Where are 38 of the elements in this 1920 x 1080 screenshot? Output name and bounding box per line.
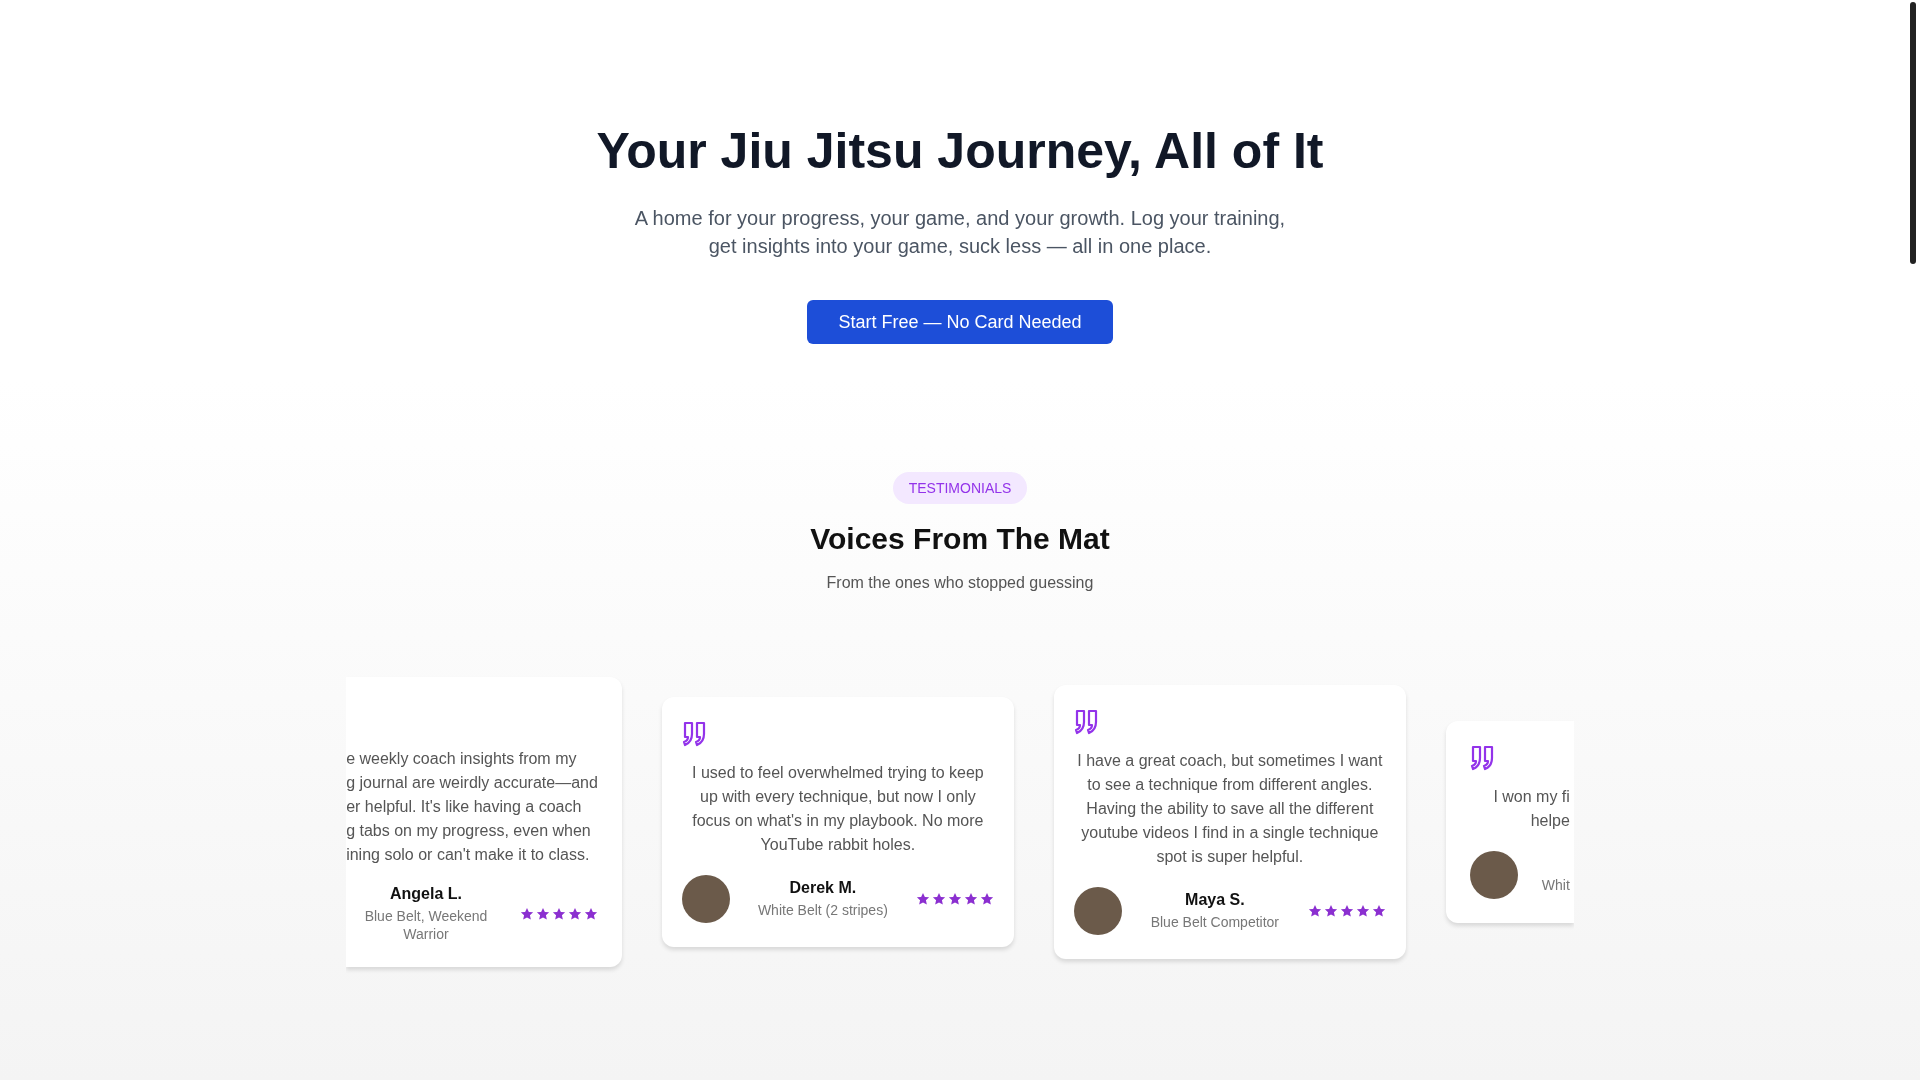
quote-icon: [1469, 745, 1496, 771]
star-icon: [535, 907, 550, 921]
star-icon: [979, 892, 994, 906]
star-icon: [1355, 904, 1370, 918]
section-title: Voices From The Mat: [810, 522, 1110, 556]
star-icon: [567, 907, 582, 921]
quote-text: e weekly coach insights from my g journal are weirdly accurate—and er helpful. It's like having a coach g tabs on my progress, even when ining solo or can't make it to class.: [346, 749, 598, 865]
author-name: Derek M.: [789, 879, 857, 897]
star-icon: [1307, 904, 1322, 918]
star-icon: [915, 892, 930, 906]
quote-text: I won my fi helpe: [1492, 787, 1570, 831]
star-icon: [947, 892, 962, 906]
author-name: Maya S.: [1185, 891, 1245, 909]
quote-text: I used to feel overwhelmed trying to keep up with every technique, but now I only focus on what's in my playbook. No more YouTube rabbit holes.: [691, 763, 985, 855]
avatar-photo-placeholder: [1073, 887, 1122, 935]
start-free-button[interactable]: Start Free — No Card Needed: [807, 300, 1113, 344]
star-icon: [519, 907, 534, 921]
avatar-photo-placeholder: [1469, 851, 1518, 899]
author-belt: White Belt (2 stripes): [757, 901, 888, 919]
quote-text: I have a great coach, but sometimes I want to see a technique from different angles. Having the ability to save all the different youtube videos I find in a single technique spot is super helpful.: [1076, 751, 1384, 867]
star-icon: [1371, 904, 1386, 918]
avatar-photo-placeholder: [681, 875, 730, 923]
star-icon: [1323, 904, 1338, 918]
hero-subtitle: A home for your progress, your game, and your growth. Log your training, get insights into your game, suck less — all in one place.: [633, 206, 1287, 259]
author-name: Angela L.: [390, 885, 462, 903]
hero-title: Your Jiu Jitsu Journey, All of It: [596, 122, 1324, 180]
author-belt: Whit: [1541, 876, 1570, 894]
star-icon: [1339, 904, 1354, 918]
section-badge: TESTIMONIALS: [892, 472, 1028, 504]
star-icon: [583, 907, 598, 921]
star-icon: [963, 892, 978, 906]
section-subtitle: From the ones who stopped guessing: [826, 574, 1094, 592]
star-icon: [551, 907, 566, 921]
author-belt: Blue Belt Competitor: [1150, 913, 1280, 931]
quote-icon: [681, 721, 708, 747]
star-icon: [931, 892, 946, 906]
quote-icon: [1073, 709, 1100, 735]
author-belt: Blue Belt, Weekend Warrior: [363, 907, 489, 943]
